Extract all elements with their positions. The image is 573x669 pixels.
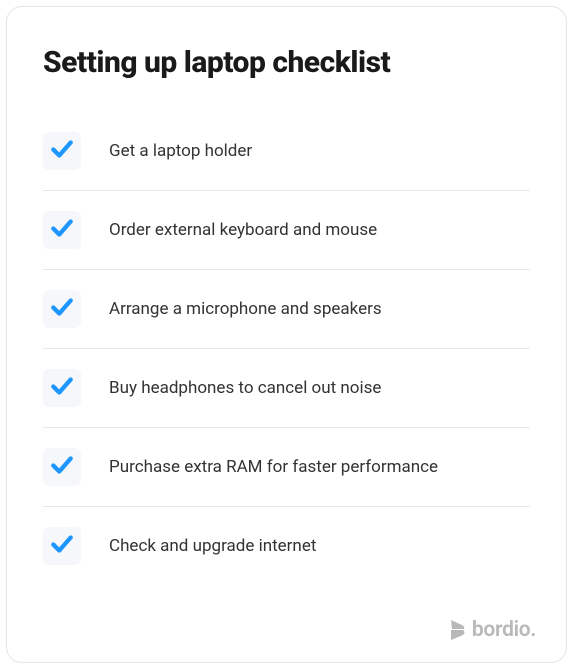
checkbox[interactable]: [43, 527, 81, 565]
brand-text: bordio.: [472, 618, 536, 642]
item-label: Order external keyboard and mouse: [109, 220, 377, 240]
check-icon: [49, 136, 75, 166]
check-icon: [49, 373, 75, 403]
checkbox[interactable]: [43, 448, 81, 486]
check-icon: [49, 531, 75, 561]
check-icon: [49, 215, 75, 245]
page-title: Setting up laptop checklist: [43, 45, 530, 80]
brand-icon: [449, 619, 466, 641]
checkbox[interactable]: [43, 132, 81, 170]
checklist-card: Setting up laptop checklist Get a laptop…: [6, 6, 567, 663]
list-item: Check and upgrade internet: [43, 507, 530, 585]
list-item: Purchase extra RAM for faster performanc…: [43, 428, 530, 507]
checkbox[interactable]: [43, 211, 81, 249]
list-item: Get a laptop holder: [43, 112, 530, 191]
check-icon: [49, 294, 75, 324]
item-label: Purchase extra RAM for faster performanc…: [109, 457, 438, 477]
checkbox[interactable]: [43, 290, 81, 328]
list-item: Buy headphones to cancel out noise: [43, 349, 530, 428]
checklist: Get a laptop holder Order external keybo…: [43, 112, 530, 638]
brand-logo: bordio.: [449, 618, 536, 642]
item-label: Get a laptop holder: [109, 141, 252, 161]
list-item: Arrange a microphone and speakers: [43, 270, 530, 349]
item-label: Arrange a microphone and speakers: [109, 299, 382, 319]
item-label: Check and upgrade internet: [109, 536, 316, 556]
checkbox[interactable]: [43, 369, 81, 407]
check-icon: [49, 452, 75, 482]
item-label: Buy headphones to cancel out noise: [109, 378, 381, 398]
list-item: Order external keyboard and mouse: [43, 191, 530, 270]
